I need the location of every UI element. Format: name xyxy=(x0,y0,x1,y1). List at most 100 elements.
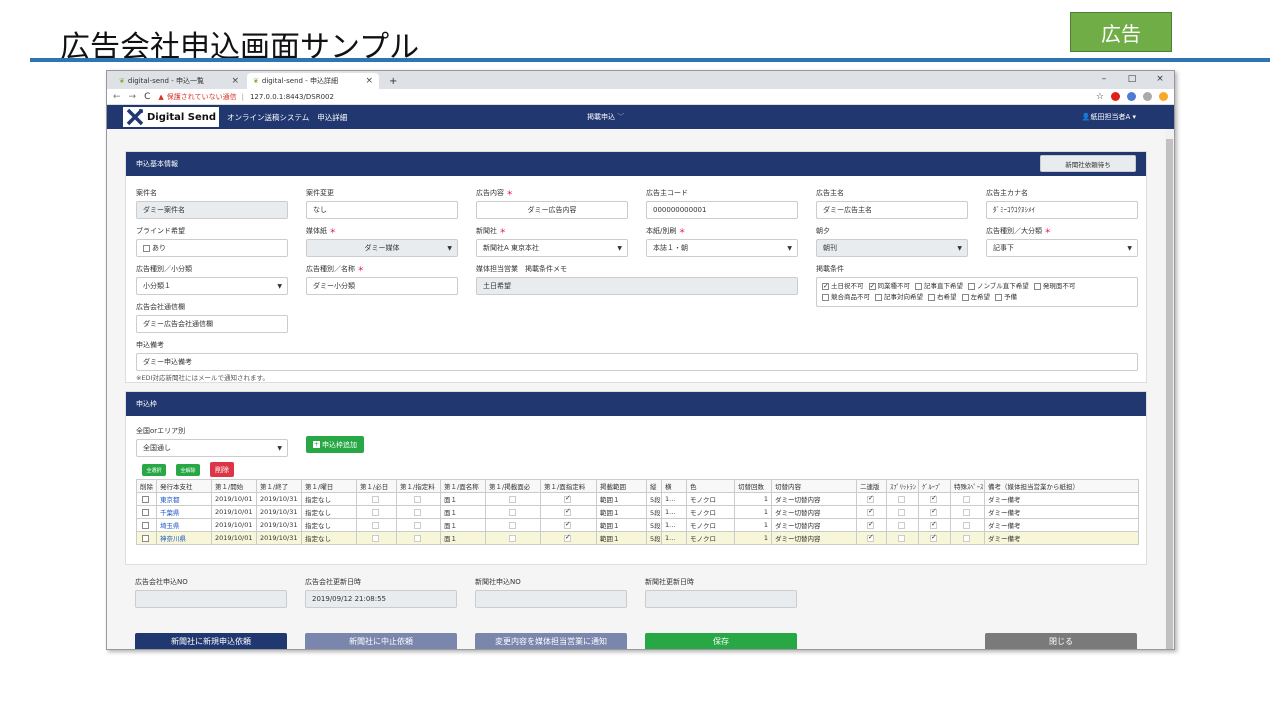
column-header: 削除 xyxy=(136,479,157,493)
insecure-label[interactable]: 保護されていない通信 xyxy=(167,92,237,102)
ad-minor-select[interactable]: 小分類１ ▼ xyxy=(136,277,288,295)
checkbox-icon[interactable] xyxy=(875,293,882,301)
checkbox-icon[interactable] xyxy=(868,281,876,292)
scrollbar[interactable] xyxy=(1165,129,1174,649)
checkbox-icon[interactable] xyxy=(142,534,149,542)
morning-evening-select[interactable]: 朝刊 ▼ xyxy=(816,239,968,257)
system-name: オンライン送稿システム xyxy=(227,112,310,122)
menu-dropdown[interactable]: 掲載申込 ﹀ xyxy=(587,112,624,122)
condition-checkbox[interactable]: 記事対向希望 xyxy=(875,293,923,301)
media-select[interactable]: ダミー媒体 ▼ xyxy=(306,239,458,257)
notify-change-button[interactable]: 変更内容を媒体担当営業に通知 xyxy=(475,633,627,649)
forward-icon[interactable]: → xyxy=(129,92,137,102)
cell: 1 xyxy=(734,518,772,532)
ad-content-input[interactable]: ダミー広告内容 xyxy=(476,201,628,219)
checkbox-icon xyxy=(564,520,571,529)
condition-checkbox[interactable]: 右希望 xyxy=(928,293,957,301)
cancel-request-button[interactable]: 新聞社に中止依頼 xyxy=(305,633,457,649)
checkbox-icon[interactable] xyxy=(142,521,149,529)
checkbox-icon[interactable] xyxy=(143,244,150,252)
checkbox-icon[interactable] xyxy=(822,293,829,301)
branch-link[interactable]: 東京都 xyxy=(160,496,180,504)
caret-icon: ▼ xyxy=(277,444,282,452)
checkbox-icon[interactable] xyxy=(142,508,149,516)
checkbox-icon xyxy=(867,494,874,503)
checkbox-icon[interactable] xyxy=(822,281,829,292)
condition-checkbox[interactable]: 発現面不可 xyxy=(1033,282,1075,290)
new-request-button[interactable]: 新聞社に新規申込依頼 xyxy=(135,633,287,649)
remarks-input[interactable]: ダミー申込備考 xyxy=(136,353,1138,371)
required-mark: ＊ xyxy=(499,227,507,235)
checkbox-icon[interactable] xyxy=(915,282,922,290)
reload-icon[interactable]: C xyxy=(144,92,150,102)
area-select[interactable]: 全国通し ▼ xyxy=(136,439,288,457)
table-row[interactable]: 神奈川県 2019/10/012019/10/31指定なし 面１ 範囲１5段1...モ… xyxy=(136,531,1139,545)
select-all-button[interactable]: 全選択 xyxy=(142,464,166,476)
scrollbar-thumb[interactable] xyxy=(1166,139,1173,649)
advertiser-name-input[interactable]: ダミー広告主名 xyxy=(816,201,968,219)
condition-checkbox[interactable]: 左希望 xyxy=(961,293,990,301)
minimize-button[interactable]: – xyxy=(1090,71,1118,89)
extension-icon[interactable] xyxy=(1127,92,1136,101)
agency-comm-input[interactable]: ダミー広告会社通信欄 xyxy=(136,315,288,333)
star-icon[interactable]: ☆ xyxy=(1096,92,1104,102)
condition-label: ノンブル直下希望 xyxy=(977,282,1029,290)
checkbox-icon xyxy=(414,508,421,516)
checkbox-icon[interactable] xyxy=(1033,282,1041,290)
account-icon[interactable] xyxy=(1143,92,1152,101)
slide-badge: 広告 xyxy=(1070,12,1172,52)
case-change-field[interactable]: なし xyxy=(306,201,458,219)
newspaper-select[interactable]: 新聞社A 東京本社 ▼ xyxy=(476,239,628,257)
column-header: 第１/必日 xyxy=(356,479,397,493)
status-button[interactable]: 新聞社依頼待ち xyxy=(1040,155,1136,172)
branch-link[interactable]: 千葉県 xyxy=(160,509,180,517)
table-row[interactable]: 埼玉県 2019/10/012019/10/31指定なし 面１ 範囲１5段1...モノ… xyxy=(136,518,1139,532)
ad-major-select[interactable]: 記事下 ▼ xyxy=(986,239,1138,257)
user-menu[interactable]: 👤紙田担当者A ▾ xyxy=(1082,112,1136,122)
add-frame-button[interactable]: + 申込枠追加 xyxy=(306,436,364,453)
checkbox-icon[interactable] xyxy=(968,282,975,290)
checkbox-icon xyxy=(930,507,937,516)
update-icon[interactable] xyxy=(1159,92,1168,101)
window-close-button[interactable]: × xyxy=(1146,71,1174,89)
frames-header: 申込枠 xyxy=(126,392,1146,416)
advertiser-code-input[interactable]: 000000000001 xyxy=(646,201,798,219)
label: 本紙/別刷 xyxy=(646,227,677,235)
checkbox-icon[interactable] xyxy=(142,495,149,503)
condition-checkbox[interactable]: 予備 xyxy=(995,293,1017,301)
advertiser-kana-input[interactable]: ﾀﾞﾐｰｺｳｺｸﾇｼﾒｲ xyxy=(986,201,1138,219)
branch-link[interactable]: 神奈川県 xyxy=(160,535,186,543)
sales-memo-field: 土日希望 xyxy=(476,277,798,295)
url-text[interactable]: 127.0.0.1:8443/DSR002 xyxy=(250,93,334,101)
close-icon[interactable]: × xyxy=(365,76,373,86)
checkbox-icon[interactable] xyxy=(961,293,969,301)
edition-select[interactable]: 本誌１・朝 ▼ xyxy=(646,239,798,257)
branch-link[interactable]: 埼玉県 xyxy=(160,522,180,530)
close-button[interactable]: 閉じる xyxy=(985,633,1137,649)
condition-checkbox[interactable]: 記事直下希望 xyxy=(915,282,963,290)
app-logo[interactable]: Digital Send xyxy=(123,107,220,127)
table-row[interactable]: 千葉県 2019/10/012019/10/31指定なし 面１ 範囲１5段1...モノ… xyxy=(136,505,1139,519)
checkbox-icon[interactable] xyxy=(995,293,1002,301)
close-icon[interactable]: × xyxy=(231,76,239,86)
tab-detail[interactable]: ❦ digital-send - 申込詳細 × xyxy=(247,73,379,89)
opera-icon[interactable] xyxy=(1111,92,1120,101)
blind-checkbox[interactable]: あり xyxy=(136,239,288,257)
ad-name-input[interactable]: ダミー小分類 xyxy=(306,277,458,295)
condition-checkbox[interactable]: ノンブル直下希望 xyxy=(968,282,1029,290)
condition-checkbox[interactable]: 同業種不可 xyxy=(868,281,910,292)
tab-list[interactable]: ❦ digital-send - 申込一覧 × xyxy=(113,73,245,89)
checkbox-icon[interactable] xyxy=(928,293,935,301)
deselect-all-button[interactable]: 全解除 xyxy=(176,464,200,476)
table-row[interactable]: 東京都 2019/10/012019/10/31指定なし 面１ 範囲１5段1...モノ… xyxy=(136,492,1139,506)
delete-button[interactable]: 削除 xyxy=(210,462,234,477)
condition-checkbox[interactable]: 競合商品不可 xyxy=(822,293,870,301)
column-header: 二連版 xyxy=(856,479,887,493)
cell: 面１ xyxy=(440,531,486,545)
save-button[interactable]: 保存 xyxy=(645,633,797,649)
label: 掲載条件 xyxy=(816,265,844,273)
maximize-button[interactable]: □ xyxy=(1118,71,1146,89)
back-icon[interactable]: ← xyxy=(113,92,121,102)
condition-checkbox[interactable]: 土日祝不可 xyxy=(822,281,864,292)
new-tab-button[interactable]: + xyxy=(383,73,403,89)
